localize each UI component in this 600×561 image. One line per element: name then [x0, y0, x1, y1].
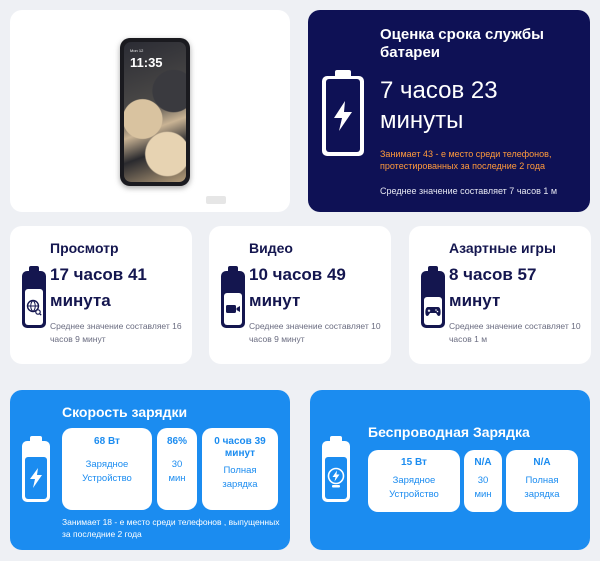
usage-value: 10 часов 49 минут — [249, 265, 346, 310]
estimate-value: 7 часов 23 минуты — [380, 77, 498, 134]
usage-average: Среднее значение составляет 16 часов 9 м… — [50, 321, 182, 344]
video-camera-icon — [226, 305, 240, 313]
battery-icon — [322, 436, 350, 502]
estimate-rank: Занимает 43 - е место среди телефонов, п… — [380, 149, 552, 171]
usage-value: 8 часов 57 минут — [449, 265, 537, 310]
usage-title: Видео — [249, 240, 293, 256]
wireless-full-value: N/A — [533, 457, 551, 468]
wireless-title: Беспроводная Зарядка — [368, 424, 530, 440]
charge-30min-pill: 86% 30 мин — [157, 428, 197, 510]
charging-rank: Занимает 18 - е место среди телефонов , … — [62, 517, 280, 539]
battery-icon — [22, 266, 46, 328]
lightning-icon — [30, 468, 42, 488]
phone-date: Mon 12 — [130, 48, 144, 53]
full-charge-value: 0 часов 39 минут — [214, 436, 266, 459]
wireless-full-label: Полная зарядка — [524, 475, 560, 500]
charger-power-label: Зарядное Устройство — [82, 459, 132, 484]
battery-icon — [421, 266, 445, 328]
usage-card-gaming: Азартные игры 8 часов 57 минут Среднее з… — [409, 226, 591, 364]
wireless-charging-card: Беспроводная Зарядка 15 Вт Зарядное Устр… — [310, 390, 590, 550]
wireless-power-pill: 15 Вт Зарядное Устройство — [368, 450, 460, 512]
charging-title: Скорость зарядки — [62, 404, 188, 420]
phone-image-card: Mon 12 11:35 — [10, 10, 290, 212]
usage-card-video: Видео 10 часов 49 минут Среднее значение… — [209, 226, 391, 364]
wireless-30min-value: N/A — [474, 457, 492, 468]
wireless-charge-icon — [327, 467, 345, 488]
charge-30min-label: 30 мин — [168, 459, 186, 484]
charger-power-value: 68 Вт — [94, 436, 120, 447]
wireless-power-label: Зарядное Устройство — [389, 475, 439, 500]
estimate-title: Оценка срока службы батареи — [380, 26, 544, 61]
wireless-power-value: 15 Вт — [401, 457, 427, 468]
phone-image: Mon 12 11:35 — [120, 38, 190, 186]
battery-estimate-card: Оценка срока службы батареи 7 часов 23 м… — [308, 10, 590, 212]
usage-title: Азартные игры — [449, 240, 556, 256]
usage-average: Среднее значение составляет 10 часов 1 м — [449, 321, 581, 344]
usage-average: Среднее значение составляет 10 часов 9 м… — [249, 321, 381, 344]
usage-title: Просмотр — [50, 240, 119, 256]
globe-search-icon — [26, 299, 42, 316]
battery-icon — [22, 436, 50, 502]
battery-icon — [322, 70, 364, 156]
phone-time: 11:35 — [130, 55, 163, 70]
lightning-icon — [334, 100, 352, 131]
charge-30min-value: 86% — [166, 436, 187, 447]
full-charge-pill: 0 часов 39 минут Полная зарядка — [202, 428, 278, 510]
wireless-full-pill: N/A Полная зарядка — [506, 450, 578, 512]
battery-icon — [221, 266, 245, 328]
full-charge-label: Полная зарядка — [222, 465, 258, 490]
charging-speed-card: Скорость зарядки 68 Вт Зарядное Устройст… — [10, 390, 290, 550]
wireless-30min-pill: N/A 30 мин — [464, 450, 502, 512]
gamepad-icon — [425, 306, 441, 316]
usage-card-browsing: Просмотр 17 часов 41 минута Среднее знач… — [10, 226, 192, 364]
estimate-average: Среднее значение составляет 7 часов 1 м — [380, 186, 558, 196]
wireless-30min-label: 30 мин — [474, 475, 492, 500]
brand-logo — [206, 196, 226, 204]
charger-power-pill: 68 Вт Зарядное Устройство — [62, 428, 152, 510]
usage-value: 17 часов 41 минута — [50, 265, 147, 310]
